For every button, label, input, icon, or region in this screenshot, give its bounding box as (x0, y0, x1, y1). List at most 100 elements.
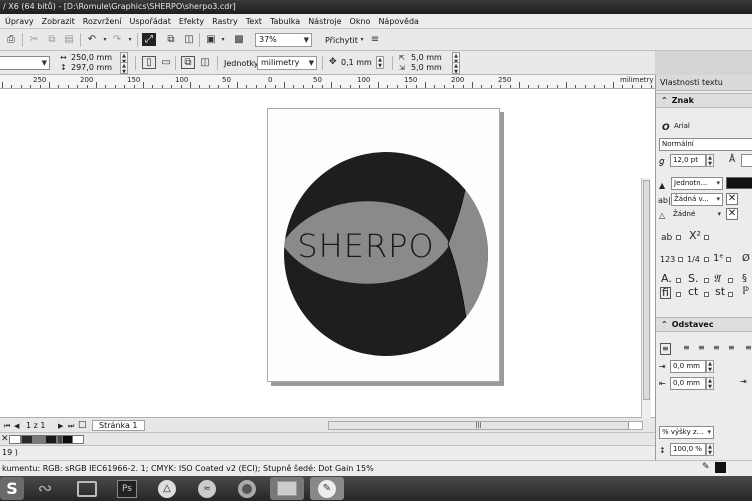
chrome-icon[interactable] (230, 477, 264, 500)
menu-usporadat[interactable]: Uspořádat (130, 17, 171, 26)
align-right-icon[interactable]: ≡ (713, 343, 720, 353)
photoshop-icon[interactable]: Ps (110, 477, 144, 500)
cut-icon[interactable]: ✂ (27, 33, 41, 46)
checkbox[interactable] (676, 292, 681, 297)
landscape-icon[interactable]: ▭ (159, 56, 173, 69)
coreldraw-icon[interactable]: ✎ (310, 477, 344, 500)
align-force-icon[interactable]: ≡ (745, 343, 752, 353)
swash-icon[interactable]: S. (688, 273, 698, 284)
menu-rozvrzeni[interactable]: Rozvržení (83, 17, 122, 26)
align-none-icon[interactable]: ≡ (660, 343, 671, 355)
undo-icon[interactable]: ↶ (85, 33, 99, 46)
kerning-field[interactable] (741, 154, 752, 167)
fill-type-select[interactable]: Jednotn... ▾ (671, 177, 723, 190)
checkbox[interactable] (676, 278, 681, 283)
menu-napoveda[interactable]: Nápověda (378, 17, 419, 26)
snap-dropdown-icon[interactable]: ▾ (355, 33, 369, 46)
checkbox[interactable] (676, 235, 681, 240)
discretionary-ligatures-icon[interactable]: ct (688, 286, 698, 297)
stylistic-set-icon[interactable]: § (742, 274, 747, 284)
small-caps-icon[interactable]: A. (661, 273, 672, 284)
horizontal-scrollbar[interactable]: ||| (328, 421, 643, 430)
next-page-icon[interactable]: ▶ (58, 421, 63, 431)
redo-icon[interactable]: ↷ (110, 33, 124, 46)
numerals-icon[interactable]: 123 (660, 255, 675, 265)
font-size-spinner[interactable]: ▲ ▼ (706, 154, 714, 167)
options-icon[interactable]: ≡ (368, 33, 382, 46)
menu-nastroje[interactable]: Nástroje (308, 17, 341, 26)
redo-dropdown-icon[interactable]: ▾ (123, 33, 137, 46)
checkbox[interactable] (704, 257, 709, 262)
paper-type-select[interactable]: ▼ (0, 56, 50, 70)
drawing-canvas[interactable]: SHERPO (0, 89, 655, 417)
menu-efekty[interactable]: Efekty (179, 17, 204, 26)
background-none-swatch[interactable]: ✕ (726, 193, 738, 205)
menu-zobrazit[interactable]: Zobrazit (42, 17, 75, 26)
color-swatch[interactable] (72, 435, 84, 444)
height-spinner[interactable]: ▲ ▼ (120, 62, 128, 75)
section-character[interactable]: ⌃ Znak (656, 93, 752, 108)
app-curve-icon[interactable]: ∾ (28, 477, 62, 500)
app-window-icon[interactable] (70, 477, 104, 500)
menu-rastry[interactable]: Rastry (212, 17, 238, 26)
checkbox[interactable] (704, 278, 709, 283)
start-button[interactable]: S (0, 477, 24, 500)
horizontal-ruler[interactable]: 250 200 150 100 50 0 50 100 150 200 250 … (0, 75, 655, 89)
document-page[interactable]: SHERPO (267, 108, 500, 382)
duplicate-y-spinner[interactable]: ▲ ▼ (452, 62, 460, 75)
app-launcher-dropdown-icon[interactable]: ▾ (216, 33, 230, 46)
all-pages-icon[interactable]: ⧉ (181, 56, 195, 69)
font-style-select[interactable]: Normální (659, 138, 752, 151)
docker-scrollbar[interactable] (641, 178, 651, 418)
align-left-icon[interactable]: ≡ (683, 343, 690, 353)
checkbox[interactable] (728, 292, 733, 297)
alternates-icon[interactable]: ℙ (742, 287, 749, 297)
background-fill-select[interactable]: Žádná v... ▾ (671, 193, 723, 206)
search-content-icon[interactable]: ⤢ (142, 33, 156, 46)
superscript-icon[interactable]: X² (689, 230, 701, 241)
scrollbar-thumb[interactable]: ||| (329, 422, 629, 429)
outline-color-indicator[interactable] (715, 462, 726, 473)
align-center-icon[interactable]: ≡ (698, 343, 705, 353)
menu-okno[interactable]: Okno (350, 17, 371, 26)
welcome-screen-icon[interactable]: ▩ (232, 33, 246, 46)
duplicate-distance-x[interactable]: 5,0 mm (411, 53, 442, 62)
app-triangle-icon[interactable]: △ (150, 477, 184, 500)
portrait-icon[interactable]: ▯ (142, 56, 156, 69)
paste-icon[interactable]: ▤ (62, 33, 76, 46)
print-icon[interactable]: ⎙ (4, 33, 18, 46)
copy-icon[interactable]: ⧉ (45, 33, 59, 46)
left-indent-spinner[interactable]: ▲ ▼ (706, 360, 714, 373)
line-spacing-field[interactable]: 100,0 % (670, 443, 706, 456)
fill-color-swatch[interactable] (726, 177, 752, 189)
font-list[interactable]: Arial (672, 121, 752, 134)
checkbox[interactable] (726, 257, 731, 262)
spotify-icon[interactable]: ≈ (190, 477, 224, 500)
color-swatch[interactable] (33, 435, 45, 444)
checkbox[interactable] (704, 292, 709, 297)
color-swatch[interactable] (45, 435, 57, 444)
page-tab-1[interactable]: Stránka 1 (92, 420, 145, 431)
first-page-icon[interactable]: ⏮ (4, 421, 10, 431)
color-swatch[interactable] (21, 435, 33, 444)
section-paragraph[interactable]: ⌃ Odstavec (656, 317, 752, 332)
current-page-icon[interactable]: ◫ (198, 56, 212, 69)
nudge-spinner[interactable]: ▲ ▼ (376, 56, 384, 69)
export-icon[interactable]: ◫ (182, 33, 196, 46)
menu-upravy[interactable]: Úpravy (5, 17, 34, 26)
duplicate-distance-y[interactable]: 5,0 mm (411, 63, 442, 72)
sherpo-logo[interactable]: SHERPO (268, 109, 501, 383)
slashed-zero-icon[interactable]: Ø (742, 254, 750, 264)
page-width-value[interactable]: 250,0 mm (71, 53, 112, 62)
zoom-level-select[interactable]: 37% ▼ (255, 33, 312, 47)
historical-ligatures-icon[interactable]: st (715, 286, 725, 297)
stylistic-alt-icon[interactable]: 𝔄 (713, 273, 720, 284)
font-size-field[interactable]: 12,0 pt (670, 154, 706, 167)
first-line-indent-field[interactable]: 0,0 mm (670, 377, 706, 390)
units-select[interactable]: milimetry ▼ (257, 56, 317, 70)
app-folder-icon[interactable] (270, 477, 304, 500)
snap-to-label[interactable]: Přichytit (325, 36, 358, 45)
fractions-icon[interactable]: 1/4 (687, 255, 700, 265)
line-spacing-unit-select[interactable]: % výšky z... ▾ (659, 426, 714, 439)
prev-page-icon[interactable]: ◀ (14, 421, 19, 431)
